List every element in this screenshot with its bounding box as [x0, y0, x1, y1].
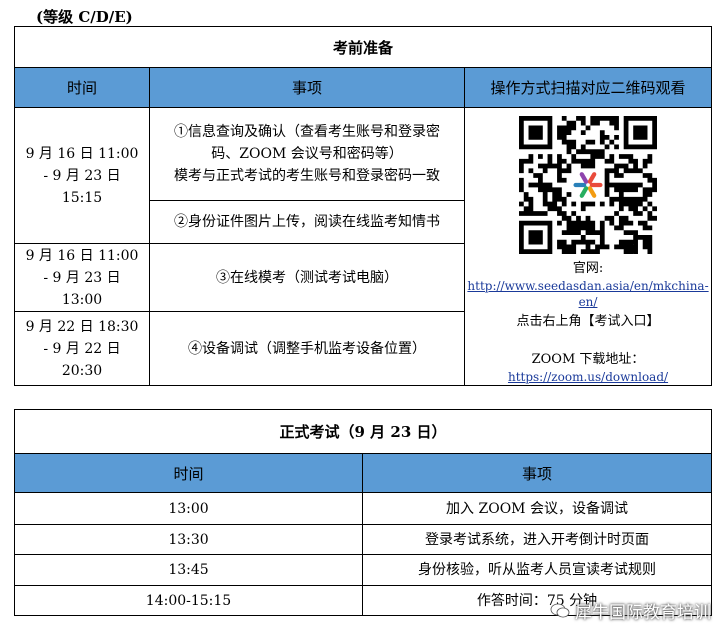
exam-item-1: 加入 ZOOM 会议，设备调试 [361, 492, 713, 525]
prep-item-2: ②身份证件图片上传，阅读在线监考知情书 [149, 199, 465, 245]
prep-time-1: 9 月 16 日 11:00 - 9 月 23 日 15:15 [14, 106, 150, 245]
prep-item-3: ③在线模考（测试考试电脑） [149, 243, 465, 313]
official-label: 官网: [572, 261, 604, 276]
prep-item-4: ④设备调试（调整手机监考设备位置） [149, 311, 465, 386]
exam-table: 正式考试（9 月 23 日） 时间 事项 13:00 加入 ZOOM 会议，设备… [13, 409, 713, 616]
zoom-label: ZOOM 下载地址： [531, 352, 645, 367]
prep-header-item: 事项 [149, 67, 465, 108]
prep-table: 考前准备 时间 事项 操作方式扫描对应二维码观看 9 月 16 日 11:00 … [13, 26, 713, 386]
prep-title: 考前准备 [13, 26, 713, 68]
level-label: (等级 C/D/E) [36, 8, 133, 26]
qr-code-icon [519, 116, 658, 254]
exam-item-2: 登录考试系统，进入开考倒计时页面 [361, 524, 713, 555]
watermark: 犀牛国际教育培训 [550, 598, 711, 623]
watermark-text: 犀牛国际教育培训 [575, 603, 711, 623]
zoom-link[interactable]: https://zoom.us/download/ [465, 369, 711, 385]
exam-header-item: 事项 [361, 453, 713, 493]
prep-item-1a: ①信息查询及确认（查看考生账号和登录密码、ZOOM 会议号和密码等） [174, 124, 440, 162]
prep-item-1: ①信息查询及确认（查看考生账号和登录密码、ZOOM 会议号和密码等） 模考与正式… [149, 107, 465, 201]
exam-time-2: 13:30 [14, 524, 363, 555]
prep-method-cell: 官网: http://www.seedasdan.asia/en/mkchina… [463, 107, 713, 386]
exam-header-time: 时间 [14, 453, 363, 493]
prep-header-time: 时间 [14, 67, 150, 108]
prep-time-4: 9 月 22 日 18:30 - 9 月 22 日 20:30 [14, 311, 150, 386]
wechat-icon [550, 603, 570, 617]
exam-title: 正式考试（9 月 23 日） [13, 409, 713, 454]
official-link[interactable]: http://www.seedasdan.asia/en/mkchina-en/ [465, 278, 711, 310]
exam-item-3: 身份核验，听从监考人员宣读考试规则 [361, 554, 713, 586]
prep-header-method: 操作方式扫描对应二维码观看 [463, 67, 713, 108]
exam-time-3: 13:45 [14, 554, 363, 586]
prep-item-1b: 模考与正式考试的考生账号和登录密码一致 [174, 168, 440, 184]
official-hint: 点击右上角【考试入口】 [516, 314, 660, 329]
exam-time-1: 13:00 [14, 492, 363, 525]
prep-time-3: 9 月 16 日 11:00 - 9 月 23 日 13:00 [14, 243, 150, 313]
exam-time-4: 14:00-15:15 [14, 585, 363, 616]
